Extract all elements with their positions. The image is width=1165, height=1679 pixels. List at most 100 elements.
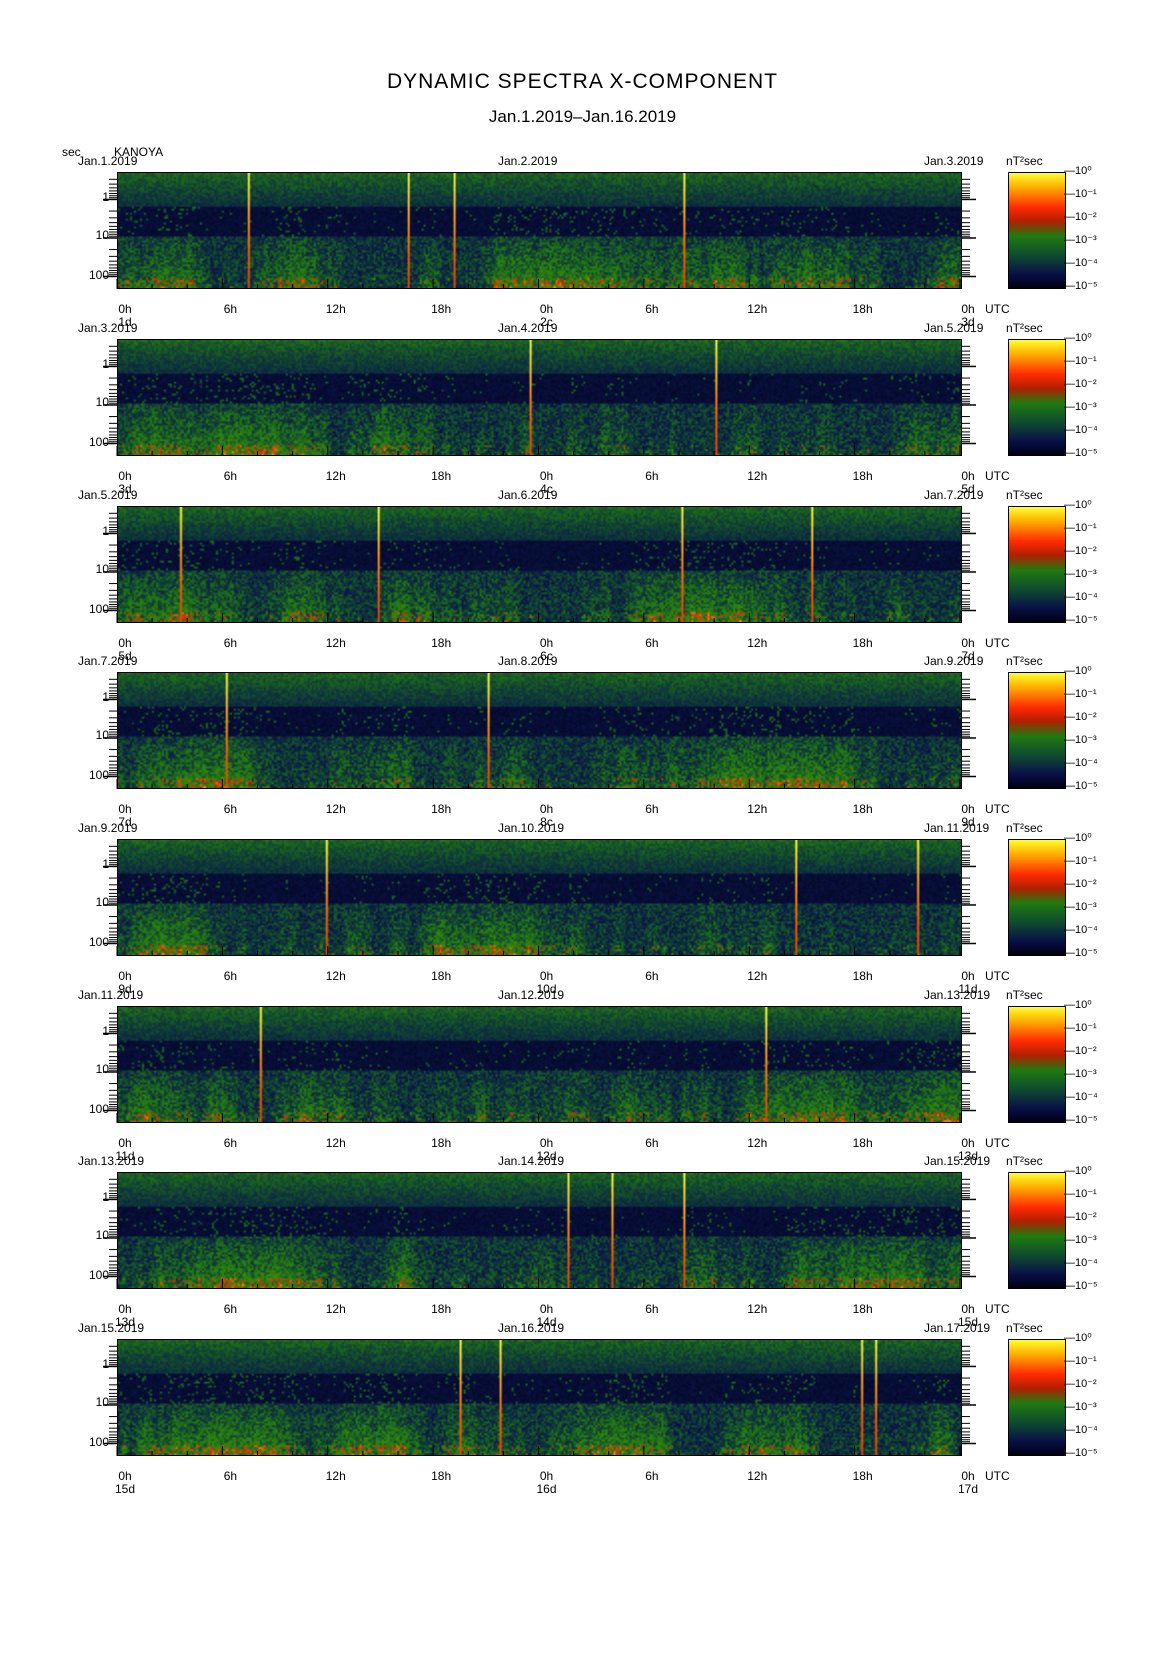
x-tick-label: 12h bbox=[747, 636, 768, 650]
utc-label: UTC bbox=[985, 969, 1010, 983]
utc-label: UTC bbox=[985, 1136, 1010, 1150]
x-tick-label: 0h bbox=[118, 1302, 132, 1316]
axis-ticks bbox=[103, 512, 976, 623]
panel-date-left: Jan.9.2019 bbox=[78, 821, 138, 835]
x-tick-label: 12h bbox=[325, 469, 346, 483]
colorbar-tick-label: —10⁻⁵ bbox=[1064, 447, 1098, 459]
colorbar bbox=[1008, 1339, 1066, 1456]
spectrum-panel: Jan.5.2019 Jan.6.2019 Jan.7.2019 nT²sec 1 10 1… bbox=[0, 488, 1165, 686]
x-tick-label: 6h bbox=[645, 636, 659, 650]
colorbar-tick-label: —10⁻⁴ bbox=[1064, 924, 1098, 936]
x-tick-label: 12h bbox=[747, 469, 768, 483]
panel-date-mid: Jan.8.2019 bbox=[498, 654, 558, 668]
x-tick-label: 0h bbox=[118, 1136, 132, 1150]
x-tick-label: 0h bbox=[118, 1469, 132, 1483]
x-tick-label: 12h bbox=[325, 802, 346, 816]
colorbar-tick-label: —10⁻⁵ bbox=[1064, 1447, 1098, 1459]
spectrum-panel: Jan.1.2019 Jan.2.2019 Jan.3.2019 nT²sec 1 10 1… bbox=[0, 154, 1165, 352]
day-label: 16d bbox=[536, 1482, 557, 1496]
colorbar-tick-label: —10⁻² bbox=[1064, 1211, 1097, 1223]
day-label: 15d bbox=[114, 1482, 136, 1496]
panel-date-right: Jan.5.2019 bbox=[924, 321, 984, 335]
colorbar-tick-label: —10⁻³ bbox=[1064, 568, 1097, 580]
panel-date-mid: Jan.12.2019 bbox=[498, 988, 565, 1002]
x-tick-label: 0h bbox=[961, 636, 975, 650]
axis-ticks bbox=[103, 1345, 976, 1456]
colorbar-tick-label: —10⁻⁴ bbox=[1064, 591, 1098, 603]
x-tick-label: 6h bbox=[223, 1136, 238, 1150]
x-tick-label: 12h bbox=[747, 969, 768, 983]
panel-date-left: Jan.7.2019 bbox=[78, 654, 138, 668]
x-tick-label: 0h bbox=[118, 636, 132, 650]
panel-date-right: Jan.13.2019 bbox=[924, 988, 991, 1002]
chart-subtitle: Jan.1.2019–Jan.16.2019 bbox=[488, 107, 677, 126]
x-tick-label: 12h bbox=[325, 302, 346, 316]
colorbar bbox=[1008, 339, 1066, 456]
colorbar-unit: nT²sec bbox=[1006, 154, 1043, 168]
colorbar-tick-label: —10⁻² bbox=[1064, 711, 1097, 723]
x-tick-label: 12h bbox=[325, 969, 346, 983]
colorbar-tick-label: —10⁻² bbox=[1064, 878, 1097, 890]
colorbar-unit: nT²sec bbox=[1006, 1154, 1043, 1168]
colorbar-tick-label: —10⁻² bbox=[1064, 545, 1097, 557]
axis-ticks bbox=[103, 678, 976, 789]
x-tick-label: 18h bbox=[431, 469, 452, 483]
colorbar bbox=[1008, 506, 1066, 623]
x-tick-label: 18h bbox=[852, 802, 873, 816]
colorbar-tick-label: —10⁻² bbox=[1064, 1378, 1097, 1390]
x-tick-label: 0h bbox=[539, 802, 554, 816]
colorbar-tick-label: —10⁻¹ bbox=[1064, 1188, 1097, 1200]
colorbar-tick-label: —10⁻⁴ bbox=[1064, 424, 1098, 436]
x-tick-label: 0h bbox=[961, 969, 975, 983]
x-tick-label: 12h bbox=[747, 1136, 768, 1150]
x-tick-label: 12h bbox=[747, 1469, 768, 1483]
x-tick-label: 12h bbox=[747, 802, 768, 816]
colorbar-unit: nT²sec bbox=[1006, 488, 1043, 502]
panel-date-left: Jan.11.2019 bbox=[78, 988, 144, 1002]
x-tick-label: 0h bbox=[961, 469, 975, 483]
x-tick-label: 18h bbox=[431, 1136, 452, 1150]
x-tick-label: 18h bbox=[852, 636, 873, 650]
colorbar-tick-label: —10⁻⁴ bbox=[1064, 1257, 1098, 1269]
colorbar-tick-label: —10⁻⁴ bbox=[1064, 757, 1098, 769]
x-tick-label: 6h bbox=[223, 969, 238, 983]
x-tick-label: 18h bbox=[852, 1469, 873, 1483]
colorbar-unit: nT²sec bbox=[1006, 988, 1043, 1002]
utc-label: UTC bbox=[985, 1469, 1010, 1483]
x-tick-label: 12h bbox=[747, 302, 768, 316]
x-tick-label: 6h bbox=[645, 1136, 659, 1150]
colorbar-tick-label: —10⁻⁵ bbox=[1064, 780, 1098, 792]
x-tick-label: 6h bbox=[645, 469, 659, 483]
colorbar-tick-label: —10⁻⁵ bbox=[1064, 280, 1098, 292]
x-tick-label: 0h bbox=[961, 1469, 975, 1483]
x-tick-label: 12h bbox=[325, 1469, 346, 1483]
x-tick-label: 18h bbox=[852, 1136, 873, 1150]
utc-label: UTC bbox=[985, 302, 1010, 316]
panel-date-right: Jan.15.2019 bbox=[924, 1154, 991, 1168]
colorbar-tick-label: —10⁻⁵ bbox=[1064, 614, 1098, 626]
colorbar-tick-label: —10⁰ bbox=[1064, 332, 1092, 344]
spectrum-panel: Jan.13.2019 Jan.14.2019 Jan.15.2019 nT²sec 1… bbox=[0, 1154, 1165, 1352]
x-tick-label: 18h bbox=[431, 969, 452, 983]
x-tick-label: 0h bbox=[118, 802, 132, 816]
x-tick-label: 0h bbox=[961, 1136, 975, 1150]
colorbar-unit: nT²sec bbox=[1006, 821, 1043, 835]
panel-date-right: Jan.17.2019 bbox=[924, 1321, 991, 1335]
colorbar-tick-label: —10⁰ bbox=[1064, 1332, 1092, 1344]
panel-date-mid: Jan.4.2019 bbox=[498, 321, 558, 335]
axis-ticks bbox=[103, 845, 976, 956]
colorbar-tick-label: —10⁻² bbox=[1064, 211, 1097, 223]
x-tick-label: 18h bbox=[852, 302, 873, 316]
utc-label: UTC bbox=[985, 469, 1010, 483]
x-tick-label: 0h bbox=[539, 1302, 554, 1316]
colorbar bbox=[1008, 1006, 1066, 1123]
x-tick-label: 6h bbox=[223, 636, 238, 650]
x-tick-label: 18h bbox=[431, 636, 452, 650]
panel-date-right: Jan.11.2019 bbox=[924, 821, 990, 835]
panel-date-mid: Jan.10.2019 bbox=[498, 821, 565, 835]
colorbar-tick-label: —10⁻² bbox=[1064, 378, 1097, 390]
colorbar-tick-label: —10⁻³ bbox=[1064, 234, 1097, 246]
x-tick-label: 6h bbox=[645, 1302, 659, 1316]
colorbar-unit: nT²sec bbox=[1006, 1321, 1043, 1335]
colorbar-tick-label: —10⁻⁵ bbox=[1064, 1114, 1098, 1126]
